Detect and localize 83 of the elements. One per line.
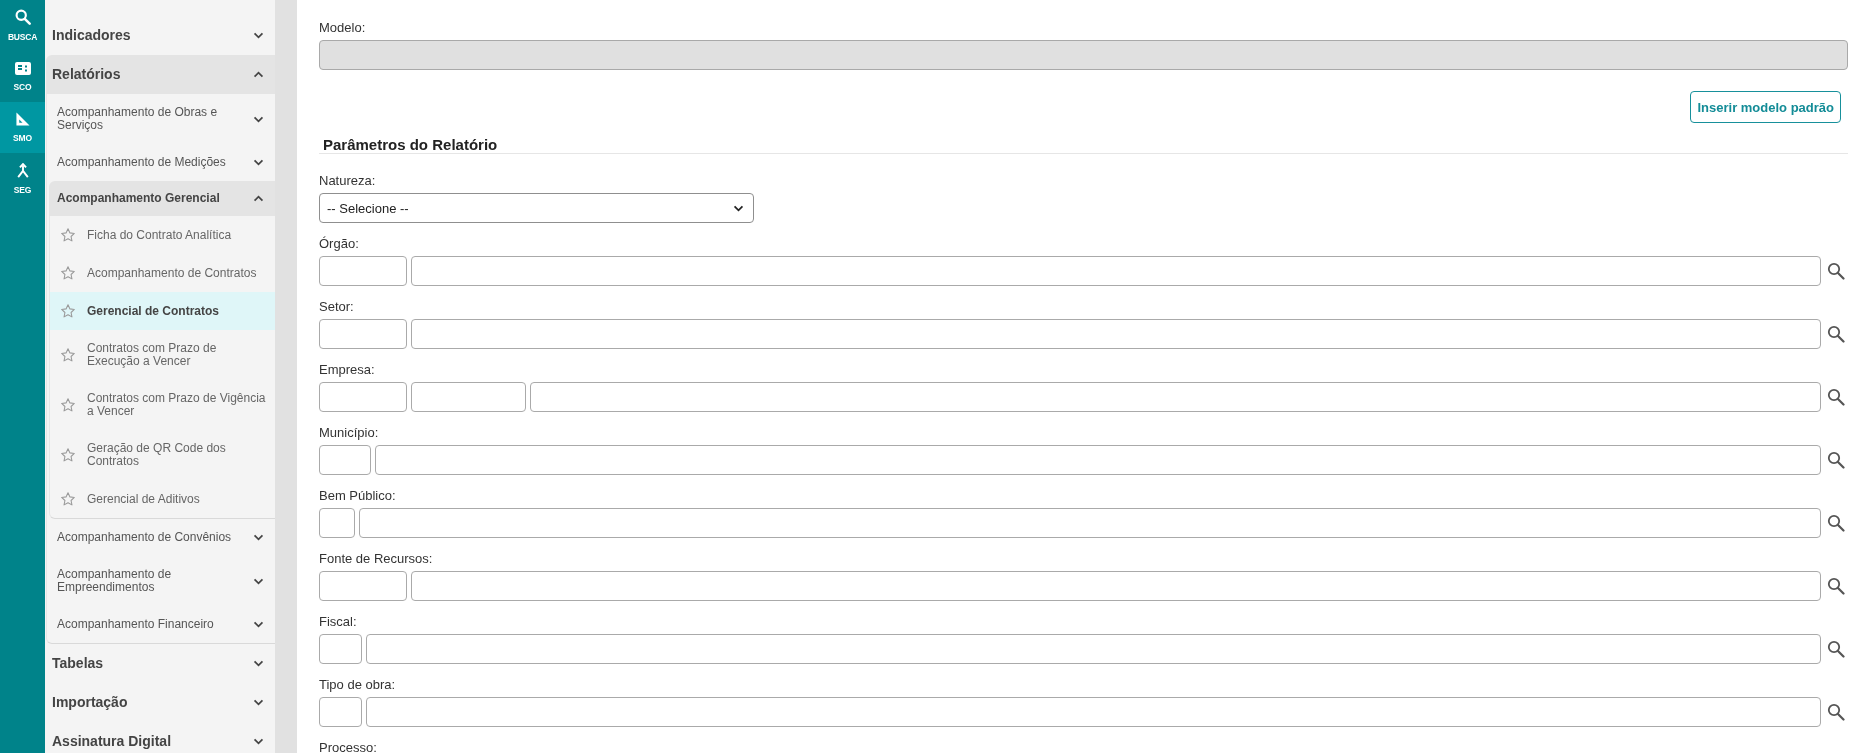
search-icon[interactable] [1827, 451, 1845, 469]
search-icon[interactable] [1827, 262, 1845, 280]
field-label: Natureza: [319, 172, 376, 190]
sidebar-group[interactable]: Acompanhamento de Obras e Serviços [47, 94, 275, 144]
sidebar-item[interactable]: Geração de QR Code dos Contratos [50, 430, 275, 480]
star-icon[interactable] [61, 304, 75, 318]
sidebar-item[interactable]: Gerencial de Aditivos [50, 480, 275, 518]
chevron-down-icon [253, 32, 264, 39]
field-label: Município: [319, 424, 379, 442]
field-label: Bem Público: [319, 487, 396, 505]
input-field[interactable] [319, 319, 407, 349]
sidebar-section[interactable]: Importação [45, 683, 275, 722]
sidebar-group[interactable]: Acompanhamento de Empreendimentos [47, 556, 275, 606]
insert-default-button[interactable]: Inserir modelo padrão [1690, 91, 1841, 123]
field-label: Órgão: [319, 235, 359, 253]
star-icon[interactable] [61, 348, 75, 362]
input-field[interactable] [411, 319, 1821, 349]
input-field[interactable] [366, 697, 1821, 727]
nav-button[interactable]: BUSCA [0, 0, 45, 51]
input-field[interactable] [411, 382, 526, 412]
search-icon[interactable] [1827, 514, 1845, 532]
nav-button[interactable]: SMO [0, 102, 45, 153]
input-field[interactable] [319, 382, 407, 412]
star-icon[interactable] [61, 492, 75, 506]
chevron-down-icon [253, 577, 264, 585]
star-icon[interactable] [61, 398, 75, 412]
card-icon [14, 61, 31, 75]
input-field[interactable] [411, 256, 1821, 286]
input-field[interactable] [359, 508, 1821, 538]
merge-arrow-icon [15, 162, 30, 178]
input-field[interactable] [411, 571, 1821, 601]
section-title: Parâmetros do Relatório [323, 136, 498, 153]
input-field[interactable] [366, 634, 1821, 664]
input-field[interactable] [530, 382, 1821, 412]
sidebar-group[interactable]: Acompanhamento de Convênios [47, 519, 275, 556]
search-icon[interactable] [1827, 388, 1845, 406]
chevron-down-icon [253, 738, 264, 745]
chevron-down-icon [733, 204, 744, 212]
sidebar-group[interactable]: Acompanhamento de Medições [47, 144, 275, 181]
chevron-up-icon [253, 71, 264, 78]
sidebar-group[interactable]: Acompanhamento Gerencial [49, 181, 275, 216]
star-icon[interactable] [61, 266, 75, 280]
chevron-down-icon [253, 115, 264, 123]
field-label: Tipo de obra: [319, 676, 396, 694]
sidebar-item[interactable]: Acompanhamento de Contratos [50, 254, 275, 292]
chevron-down-icon [253, 660, 264, 667]
star-icon[interactable] [61, 448, 75, 462]
field-label: Setor: [319, 298, 354, 316]
search-icon[interactable] [1827, 325, 1845, 343]
field-label: Modelo: [319, 19, 366, 37]
search-icon[interactable] [1827, 640, 1845, 658]
sidebar-item[interactable]: Gerencial de Contratos [50, 292, 275, 330]
search-icon[interactable] [1827, 577, 1845, 595]
input-field[interactable] [319, 571, 407, 601]
field-label: Processo: [319, 739, 377, 753]
chevron-down-icon [253, 621, 264, 628]
chevron-down-icon [253, 159, 264, 166]
input-field[interactable] [319, 508, 355, 538]
field-label: Fiscal: [319, 613, 357, 631]
input-field[interactable] [319, 256, 407, 286]
sidebar-section[interactable]: Assinatura Digital [45, 722, 275, 753]
star-icon[interactable] [61, 228, 75, 242]
sidebar-item[interactable]: Contratos com Prazo de Execução a Vencer [50, 330, 275, 380]
sidebar-item[interactable]: Contratos com Prazo de Vigência a Vencer [50, 380, 275, 430]
search-icon[interactable] [1827, 703, 1845, 721]
sidebar-section[interactable]: Tabelas [45, 644, 275, 683]
sidebar-group[interactable]: Acompanhamento Financeiro [47, 606, 275, 643]
nav-button[interactable]: SEG [0, 153, 45, 204]
input-field[interactable] [319, 445, 371, 475]
field-label: Empresa: [319, 361, 375, 379]
input-field[interactable] [319, 634, 362, 664]
search-icon [14, 9, 31, 25]
chevron-down-icon [253, 699, 264, 706]
input-field[interactable] [319, 697, 362, 727]
nav-button[interactable]: SCO [0, 51, 45, 102]
field-label: Fonte de Recursos: [319, 550, 433, 568]
sidebar-section[interactable]: Relatórios [46, 55, 275, 94]
input-field[interactable] [375, 445, 1821, 475]
chevron-down-icon [253, 534, 264, 541]
sidebar-section[interactable]: Indicadores [45, 16, 275, 55]
sidebar-item[interactable]: Ficha do Contrato Analítica [50, 216, 275, 254]
select-field[interactable]: -- Selecione -- [319, 193, 754, 223]
chevron-up-icon [253, 195, 264, 202]
